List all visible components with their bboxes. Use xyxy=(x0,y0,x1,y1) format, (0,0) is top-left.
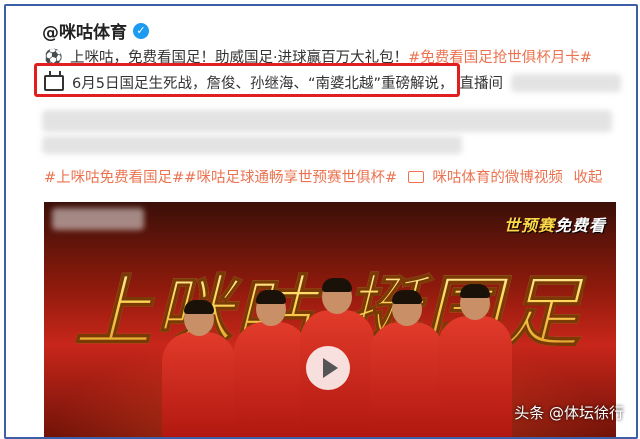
play-icon[interactable] xyxy=(306,346,350,390)
collapse-link[interactable]: 收起 xyxy=(573,170,602,186)
blurred-text xyxy=(42,136,462,154)
post-hashtags-line: #上咪咕免费看国足##咪咕足球通畅享世预赛世俱杯# 咪咕体育的微博视频 收起 xyxy=(44,166,602,187)
post-header: @咪咕体育 ✓ xyxy=(42,18,149,43)
blurred-overlay xyxy=(52,208,144,230)
hashtag-links[interactable]: #上咪咕免费看国足##咪咕足球通畅享世预赛世俱杯# xyxy=(44,170,397,186)
watermark: 头条 @体坛徐行 xyxy=(514,404,624,422)
player-figure xyxy=(370,290,444,437)
blurred-text xyxy=(42,110,612,132)
player-figure xyxy=(234,290,308,437)
banner-tag-left: 世预赛 xyxy=(503,216,555,235)
video-icon xyxy=(407,171,424,183)
video-link[interactable]: 咪咕体育的微博视频 xyxy=(432,170,563,186)
banner-tag: 世预赛免费看 xyxy=(504,212,606,236)
post-text-2-tail: 直播间 xyxy=(459,76,503,92)
banner-tag-right: 免费看 xyxy=(554,216,606,235)
highlight-box xyxy=(34,63,460,97)
verified-badge-icon: ✓ xyxy=(133,22,149,39)
blurred-text xyxy=(510,73,621,92)
player-figure xyxy=(162,300,236,437)
player-figure xyxy=(438,284,512,437)
post-card: @咪咕体育 ✓ ⚽ 上咪咕，免费看国足！助威国足·进球赢百万大礼包！ #免费看国… xyxy=(4,4,638,439)
account-name[interactable]: @咪咕体育 xyxy=(42,18,127,43)
